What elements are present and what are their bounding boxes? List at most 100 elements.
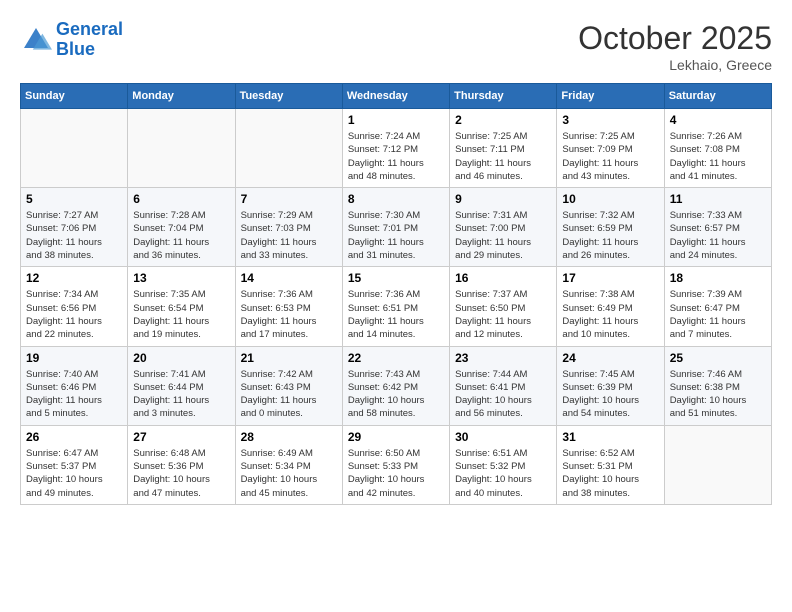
cell-info: Sunrise: 7:33 AMSunset: 6:57 PMDaylight:…: [670, 209, 766, 262]
cell-info: Sunrise: 7:27 AMSunset: 7:06 PMDaylight:…: [26, 209, 122, 262]
cell-info: Sunrise: 7:26 AMSunset: 7:08 PMDaylight:…: [670, 130, 766, 183]
calendar-cell: 27Sunrise: 6:48 AMSunset: 5:36 PMDayligh…: [128, 425, 235, 504]
cell-info: Sunrise: 6:48 AMSunset: 5:36 PMDaylight:…: [133, 447, 229, 500]
day-number: 13: [133, 271, 229, 285]
cell-info: Sunrise: 7:28 AMSunset: 7:04 PMDaylight:…: [133, 209, 229, 262]
day-number: 2: [455, 113, 551, 127]
day-number: 22: [348, 351, 444, 365]
logo-icon: [20, 24, 52, 56]
calendar-cell: [664, 425, 771, 504]
day-number: 4: [670, 113, 766, 127]
calendar-cell: 28 Sunrise: 6:49 AMSunset: 5:34 PMDayligh…: [235, 425, 342, 504]
cell-info: Sunrise: 6:49 AMSunset: 5:34 PMDaylight:…: [241, 447, 337, 500]
calendar-cell: 12Sunrise: 7:34 AMSunset: 6:56 PMDayligh…: [21, 267, 128, 346]
calendar-cell: 22 Sunrise: 7:43 AMSunset: 6:42 PMDayligh…: [342, 346, 449, 425]
calendar-cell: [235, 109, 342, 188]
calendar-cell: 13 Sunrise: 7:35 AMSunset: 6:54 PMDayligh…: [128, 267, 235, 346]
day-number: 10: [562, 192, 658, 206]
calendar-cell: 17 Sunrise: 7:38 AMSunset: 6:49 PMDayligh…: [557, 267, 664, 346]
day-number: 3: [562, 113, 658, 127]
cell-info: Sunrise: 7:43 AMSunset: 6:42 PMDaylight:…: [348, 368, 444, 421]
day-number: 19: [26, 351, 122, 365]
day-number: 14: [241, 271, 337, 285]
day-number: 1: [348, 113, 444, 127]
cell-info: Sunrise: 7:44 AMSunset: 6:41 PMDaylight:…: [455, 368, 551, 421]
calendar-cell: 24Sunrise: 7:45 AMSunset: 6:39 PMDayligh…: [557, 346, 664, 425]
cell-info: Sunrise: 7:39 AMSunset: 6:47 PMDaylight:…: [670, 288, 766, 341]
cell-info: Sunrise: 6:52 AMSunset: 5:31 PMDaylight:…: [562, 447, 658, 500]
cell-info: Sunrise: 7:25 AMSunset: 7:11 PMDaylight:…: [455, 130, 551, 183]
calendar-cell: 29Sunrise: 6:50 AMSunset: 5:33 PMDayligh…: [342, 425, 449, 504]
calendar-cell: 1 Sunrise: 7:24 AMSunset: 7:12 PMDaylight…: [342, 109, 449, 188]
weekday-header: Tuesday: [235, 84, 342, 109]
day-number: 6: [133, 192, 229, 206]
calendar-cell: 16 Sunrise: 7:37 AMSunset: 6:50 PMDayligh…: [450, 267, 557, 346]
weekday-row: SundayMondayTuesdayWednesdayThursdayFrid…: [21, 84, 772, 109]
calendar-cell: 19Sunrise: 7:40 AMSunset: 6:46 PMDayligh…: [21, 346, 128, 425]
day-number: 31: [562, 430, 658, 444]
cell-info: Sunrise: 7:38 AMSunset: 6:49 PMDaylight:…: [562, 288, 658, 341]
weekday-header: Thursday: [450, 84, 557, 109]
calendar-cell: [128, 109, 235, 188]
day-number: 28: [241, 430, 337, 444]
calendar-cell: 5 Sunrise: 7:27 AMSunset: 7:06 PMDaylight…: [21, 188, 128, 267]
cell-info: Sunrise: 7:31 AMSunset: 7:00 PMDaylight:…: [455, 209, 551, 262]
day-number: 25: [670, 351, 766, 365]
calendar-cell: 18 Sunrise: 7:39 AMSunset: 6:47 PMDayligh…: [664, 267, 771, 346]
day-number: 15: [348, 271, 444, 285]
weekday-header: Friday: [557, 84, 664, 109]
cell-info: Sunrise: 6:47 AMSunset: 5:37 PMDaylight:…: [26, 447, 122, 500]
cell-info: Sunrise: 7:46 AMSunset: 6:38 PMDaylight:…: [670, 368, 766, 421]
day-number: 23: [455, 351, 551, 365]
calendar-week: 19Sunrise: 7:40 AMSunset: 6:46 PMDayligh…: [21, 346, 772, 425]
calendar-cell: 11 Sunrise: 7:33 AMSunset: 6:57 PMDayligh…: [664, 188, 771, 267]
day-number: 5: [26, 192, 122, 206]
day-number: 20: [133, 351, 229, 365]
weekday-header: Monday: [128, 84, 235, 109]
calendar-cell: [21, 109, 128, 188]
day-number: 8: [348, 192, 444, 206]
cell-info: Sunrise: 7:24 AMSunset: 7:12 PMDaylight:…: [348, 130, 444, 183]
cell-info: Sunrise: 7:42 AMSunset: 6:43 PMDaylight:…: [241, 368, 337, 421]
month-title: October 2025: [578, 20, 772, 57]
day-number: 26: [26, 430, 122, 444]
day-number: 24: [562, 351, 658, 365]
day-number: 17: [562, 271, 658, 285]
day-number: 7: [241, 192, 337, 206]
logo-line1: General: [56, 19, 123, 39]
logo-line2: Blue: [56, 39, 95, 59]
cell-info: Sunrise: 7:35 AMSunset: 6:54 PMDaylight:…: [133, 288, 229, 341]
calendar-cell: 15 Sunrise: 7:36 AMSunset: 6:51 PMDayligh…: [342, 267, 449, 346]
cell-info: Sunrise: 7:25 AMSunset: 7:09 PMDaylight:…: [562, 130, 658, 183]
weekday-header: Saturday: [664, 84, 771, 109]
page-header: General Blue October 2025 Lekhaio, Greec…: [20, 20, 772, 73]
day-number: 21: [241, 351, 337, 365]
cell-info: Sunrise: 7:37 AMSunset: 6:50 PMDaylight:…: [455, 288, 551, 341]
weekday-header: Sunday: [21, 84, 128, 109]
calendar-cell: 21 Sunrise: 7:42 AMSunset: 6:43 PMDayligh…: [235, 346, 342, 425]
calendar-week: 12Sunrise: 7:34 AMSunset: 6:56 PMDayligh…: [21, 267, 772, 346]
calendar-cell: 14 Sunrise: 7:36 AMSunset: 6:53 PMDayligh…: [235, 267, 342, 346]
calendar-cell: 10Sunrise: 7:32 AMSunset: 6:59 PMDayligh…: [557, 188, 664, 267]
cell-info: Sunrise: 7:30 AMSunset: 7:01 PMDaylight:…: [348, 209, 444, 262]
day-number: 11: [670, 192, 766, 206]
cell-info: Sunrise: 7:36 AMSunset: 6:51 PMDaylight:…: [348, 288, 444, 341]
day-number: 29: [348, 430, 444, 444]
day-number: 16: [455, 271, 551, 285]
location: Lekhaio, Greece: [578, 57, 772, 73]
calendar-cell: 23 Sunrise: 7:44 AMSunset: 6:41 PMDayligh…: [450, 346, 557, 425]
calendar-table: SundayMondayTuesdayWednesdayThursdayFrid…: [20, 83, 772, 505]
calendar-body: 1 Sunrise: 7:24 AMSunset: 7:12 PMDaylight…: [21, 109, 772, 505]
calendar-cell: 30Sunrise: 6:51 AMSunset: 5:32 PMDayligh…: [450, 425, 557, 504]
day-number: 30: [455, 430, 551, 444]
cell-info: Sunrise: 7:36 AMSunset: 6:53 PMDaylight:…: [241, 288, 337, 341]
cell-info: Sunrise: 7:41 AMSunset: 6:44 PMDaylight:…: [133, 368, 229, 421]
calendar-week: 5 Sunrise: 7:27 AMSunset: 7:06 PMDaylight…: [21, 188, 772, 267]
cell-info: Sunrise: 7:29 AMSunset: 7:03 PMDaylight:…: [241, 209, 337, 262]
calendar-cell: 6 Sunrise: 7:28 AMSunset: 7:04 PMDaylight…: [128, 188, 235, 267]
calendar-cell: 4 Sunrise: 7:26 AMSunset: 7:08 PMDaylight…: [664, 109, 771, 188]
calendar-cell: 9Sunrise: 7:31 AMSunset: 7:00 PMDaylight…: [450, 188, 557, 267]
calendar-cell: 2 Sunrise: 7:25 AMSunset: 7:11 PMDaylight…: [450, 109, 557, 188]
day-number: 18: [670, 271, 766, 285]
calendar-cell: 25 Sunrise: 7:46 AMSunset: 6:38 PMDayligh…: [664, 346, 771, 425]
